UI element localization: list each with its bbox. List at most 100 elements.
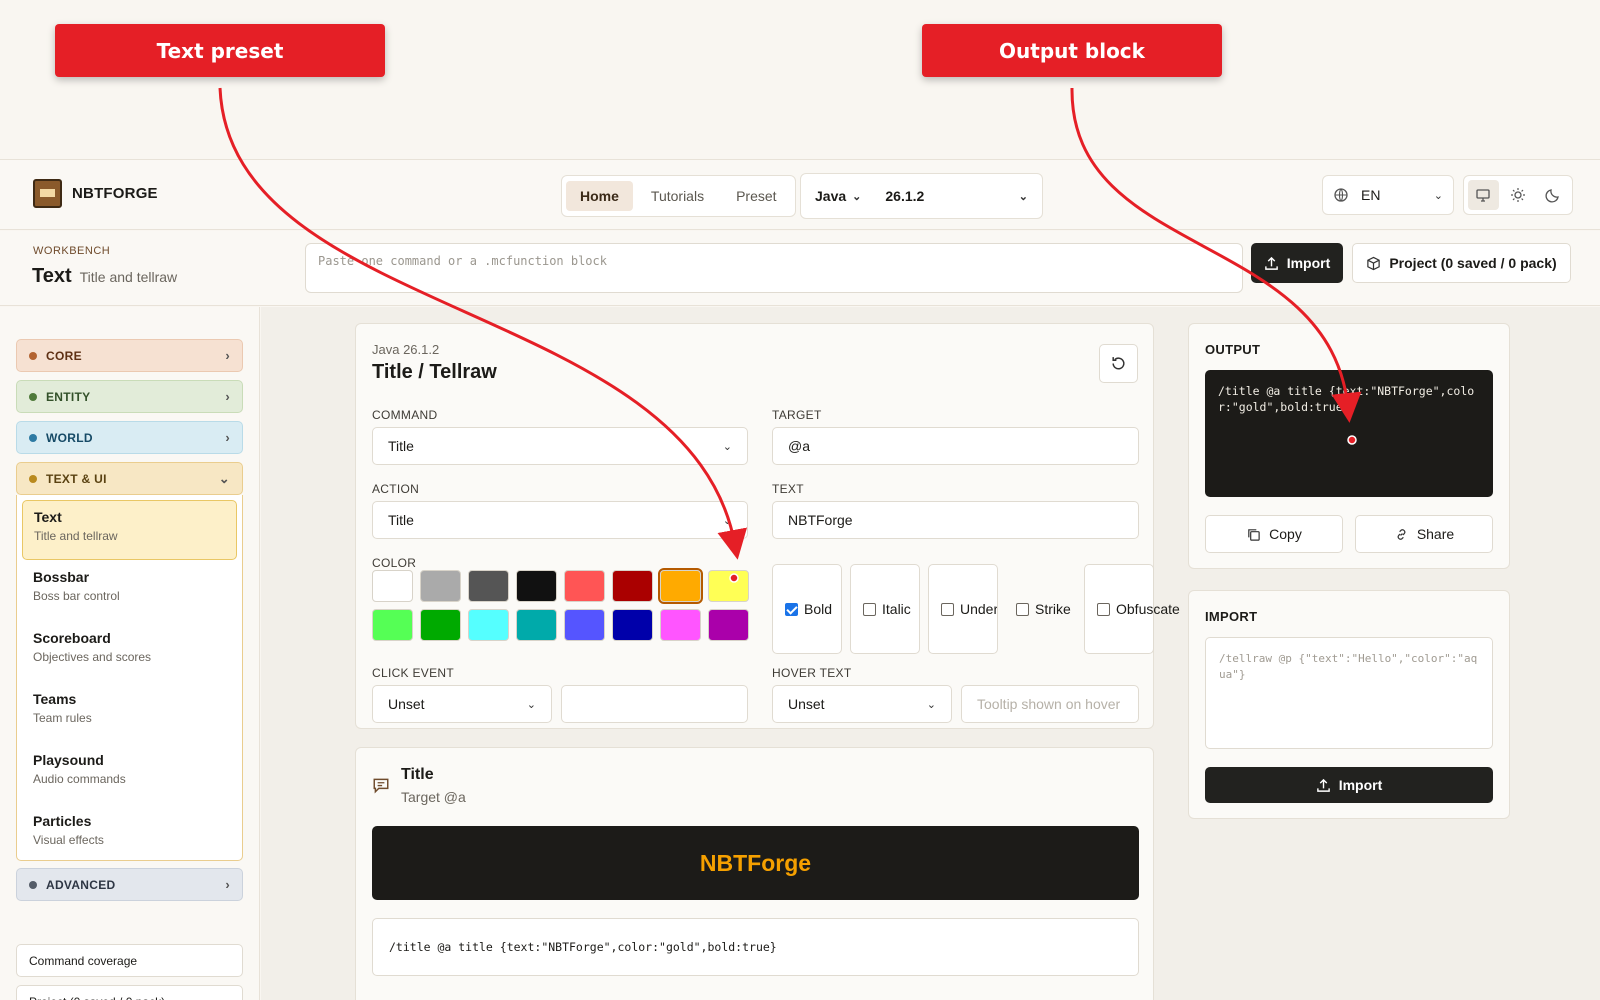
sidebar-item-label: Bossbar <box>33 569 90 585</box>
sun-icon[interactable] <box>1503 180 1534 210</box>
category-world-label: WORLD <box>46 430 93 445</box>
import-button[interactable]: Import <box>1251 243 1343 283</box>
moon-icon[interactable] <box>1537 180 1568 210</box>
share-button[interactable]: Share <box>1355 515 1493 553</box>
category-entity-label: ENTITY <box>46 389 91 404</box>
hover-tooltip-input[interactable]: Tooltip shown on hover <box>961 685 1139 723</box>
output-code-block[interactable]: /title @a title {text:"NBTForge",color:"… <box>1205 370 1493 497</box>
copy-button[interactable]: Copy <box>1205 515 1343 553</box>
click-event-value-input[interactable] <box>561 685 748 723</box>
color-swatch[interactable] <box>612 609 653 641</box>
import-panel-button-label: Import <box>1338 777 1383 793</box>
sidebar-item-teams[interactable]: Teams Team rules <box>22 683 237 743</box>
annotation-area: Text preset Output block <box>0 0 1600 160</box>
sidebar-item-bossbar[interactable]: Bossbar Boss bar control <box>22 561 237 621</box>
color-swatch[interactable] <box>372 609 413 641</box>
category-entity[interactable]: ENTITY › <box>16 380 243 413</box>
brand[interactable]: NBTFORGE <box>33 179 158 208</box>
sidebar-item-particles[interactable]: Particles Visual effects <box>22 805 237 865</box>
format-bold-toggle[interactable]: Bold <box>772 564 842 654</box>
click-event-label: CLICK EVENT <box>372 666 454 680</box>
text-label: TEXT <box>772 482 804 496</box>
share-button-label: Share <box>1416 526 1455 542</box>
version-value: 26.1.2 <box>885 188 925 204</box>
color-swatch[interactable] <box>658 568 703 604</box>
import-button-label: Import <box>1286 255 1331 271</box>
sidebar-item-scoreboard[interactable]: Scoreboard Objectives and scores <box>22 622 237 682</box>
message-icon <box>373 778 389 794</box>
format-label: Obfuscate <box>1116 601 1180 617</box>
category-dot <box>29 474 37 483</box>
paste-command-input[interactable]: Paste one command or a .mcfunction block <box>305 243 1243 293</box>
color-swatch[interactable] <box>708 609 749 641</box>
command-coverage-button[interactable]: Command coverage <box>16 944 243 977</box>
action-select[interactable]: Title ⌄ <box>372 501 748 539</box>
format-obfuscate-toggle[interactable]: Obfuscate <box>1084 564 1180 654</box>
color-swatch[interactable] <box>420 570 461 602</box>
edition-select[interactable]: Java ⌄ <box>815 188 861 204</box>
format-italic-toggle[interactable]: Italic <box>850 564 920 654</box>
nav-home[interactable]: Home <box>566 181 633 211</box>
text-input[interactable]: NBTForge <box>772 501 1139 539</box>
monitor-icon[interactable] <box>1468 180 1499 210</box>
category-world[interactable]: WORLD › <box>16 421 243 454</box>
hover-tooltip-placeholder: Tooltip shown on hover <box>977 696 1121 712</box>
category-core-label: CORE <box>46 348 82 363</box>
project-summary-button[interactable]: Project (0 saved / 0 pack) <box>16 985 243 1000</box>
format-strike-toggle[interactable]: Strike <box>1006 564 1071 654</box>
color-swatch[interactable] <box>420 609 461 641</box>
import-card: IMPORT /tellraw @p {"text":"Hello","colo… <box>1188 590 1510 819</box>
target-input[interactable]: @a <box>772 427 1139 465</box>
output-label: OUTPUT <box>1205 342 1261 357</box>
color-swatch[interactable] <box>516 570 557 602</box>
category-dot <box>29 433 37 442</box>
sidebar-item-desc: Title and tellraw <box>34 529 118 543</box>
upload-icon <box>1316 778 1330 792</box>
import-textarea[interactable]: /tellraw @p {"text":"Hello","color":"aqu… <box>1205 637 1493 749</box>
chevron-down-icon: ⌄ <box>852 190 862 203</box>
project-button[interactable]: Project (0 saved / 0 pack) <box>1352 243 1571 283</box>
nav-preset[interactable]: Preset <box>722 181 790 211</box>
target-label: TARGET <box>772 408 822 422</box>
theme-switcher <box>1463 175 1573 215</box>
checkbox <box>941 602 954 616</box>
click-event-select[interactable]: Unset ⌄ <box>372 685 552 723</box>
sidebar-item-text[interactable]: Text Title and tellraw <box>22 500 237 560</box>
category-core[interactable]: CORE › <box>16 339 243 372</box>
chevron-down-icon: ⌄ <box>926 698 936 711</box>
edition-selector: Java ⌄ 26.1.2 ⌄ <box>800 173 1043 219</box>
sidebar-item-desc: Audio commands <box>33 772 126 786</box>
category-advanced[interactable]: ADVANCED › <box>16 868 243 901</box>
command-select[interactable]: Title ⌄ <box>372 427 748 465</box>
nav-tutorials[interactable]: Tutorials <box>637 181 718 211</box>
color-swatch[interactable] <box>564 570 605 602</box>
sidebar-item-label: Particles <box>33 813 92 829</box>
checkbox <box>863 602 876 616</box>
color-swatch[interactable] <box>468 570 509 602</box>
category-text-ui[interactable]: TEXT & UI ⌄ <box>16 462 243 495</box>
language-select[interactable]: EN ⌄ <box>1322 175 1454 215</box>
action-label: ACTION <box>372 482 420 496</box>
preview-command: /title @a title {text:"NBTForge",color:"… <box>372 918 1139 976</box>
sidebar-item-playsound[interactable]: Playsound Audio commands <box>22 744 237 804</box>
project-button-label: Project (0 saved / 0 pack) <box>1389 255 1557 271</box>
copy-icon <box>1248 528 1260 541</box>
main-nav: Home Tutorials Preset <box>561 175 796 217</box>
sidebar-item-label: Playsound <box>33 752 104 768</box>
color-swatch[interactable] <box>372 570 413 602</box>
reset-button[interactable] <box>1099 344 1138 383</box>
workbench-bar: WORKBENCH Text Title and tellraw Paste o… <box>0 231 1600 306</box>
color-swatch[interactable] <box>708 570 749 602</box>
color-swatch[interactable] <box>660 609 701 641</box>
format-underline-toggle[interactable]: Underline <box>928 564 998 654</box>
hover-text-select[interactable]: Unset ⌄ <box>772 685 952 723</box>
import-panel-button[interactable]: Import <box>1205 767 1493 803</box>
language-value: EN <box>1361 187 1381 203</box>
color-swatch[interactable] <box>516 609 557 641</box>
color-swatch[interactable] <box>468 609 509 641</box>
sidebar-item-desc: Visual effects <box>33 833 104 847</box>
brand-logo-icon <box>33 179 62 208</box>
version-select[interactable]: 26.1.2 ⌄ <box>885 188 1028 204</box>
color-swatch[interactable] <box>564 609 605 641</box>
color-swatch[interactable] <box>612 570 653 602</box>
